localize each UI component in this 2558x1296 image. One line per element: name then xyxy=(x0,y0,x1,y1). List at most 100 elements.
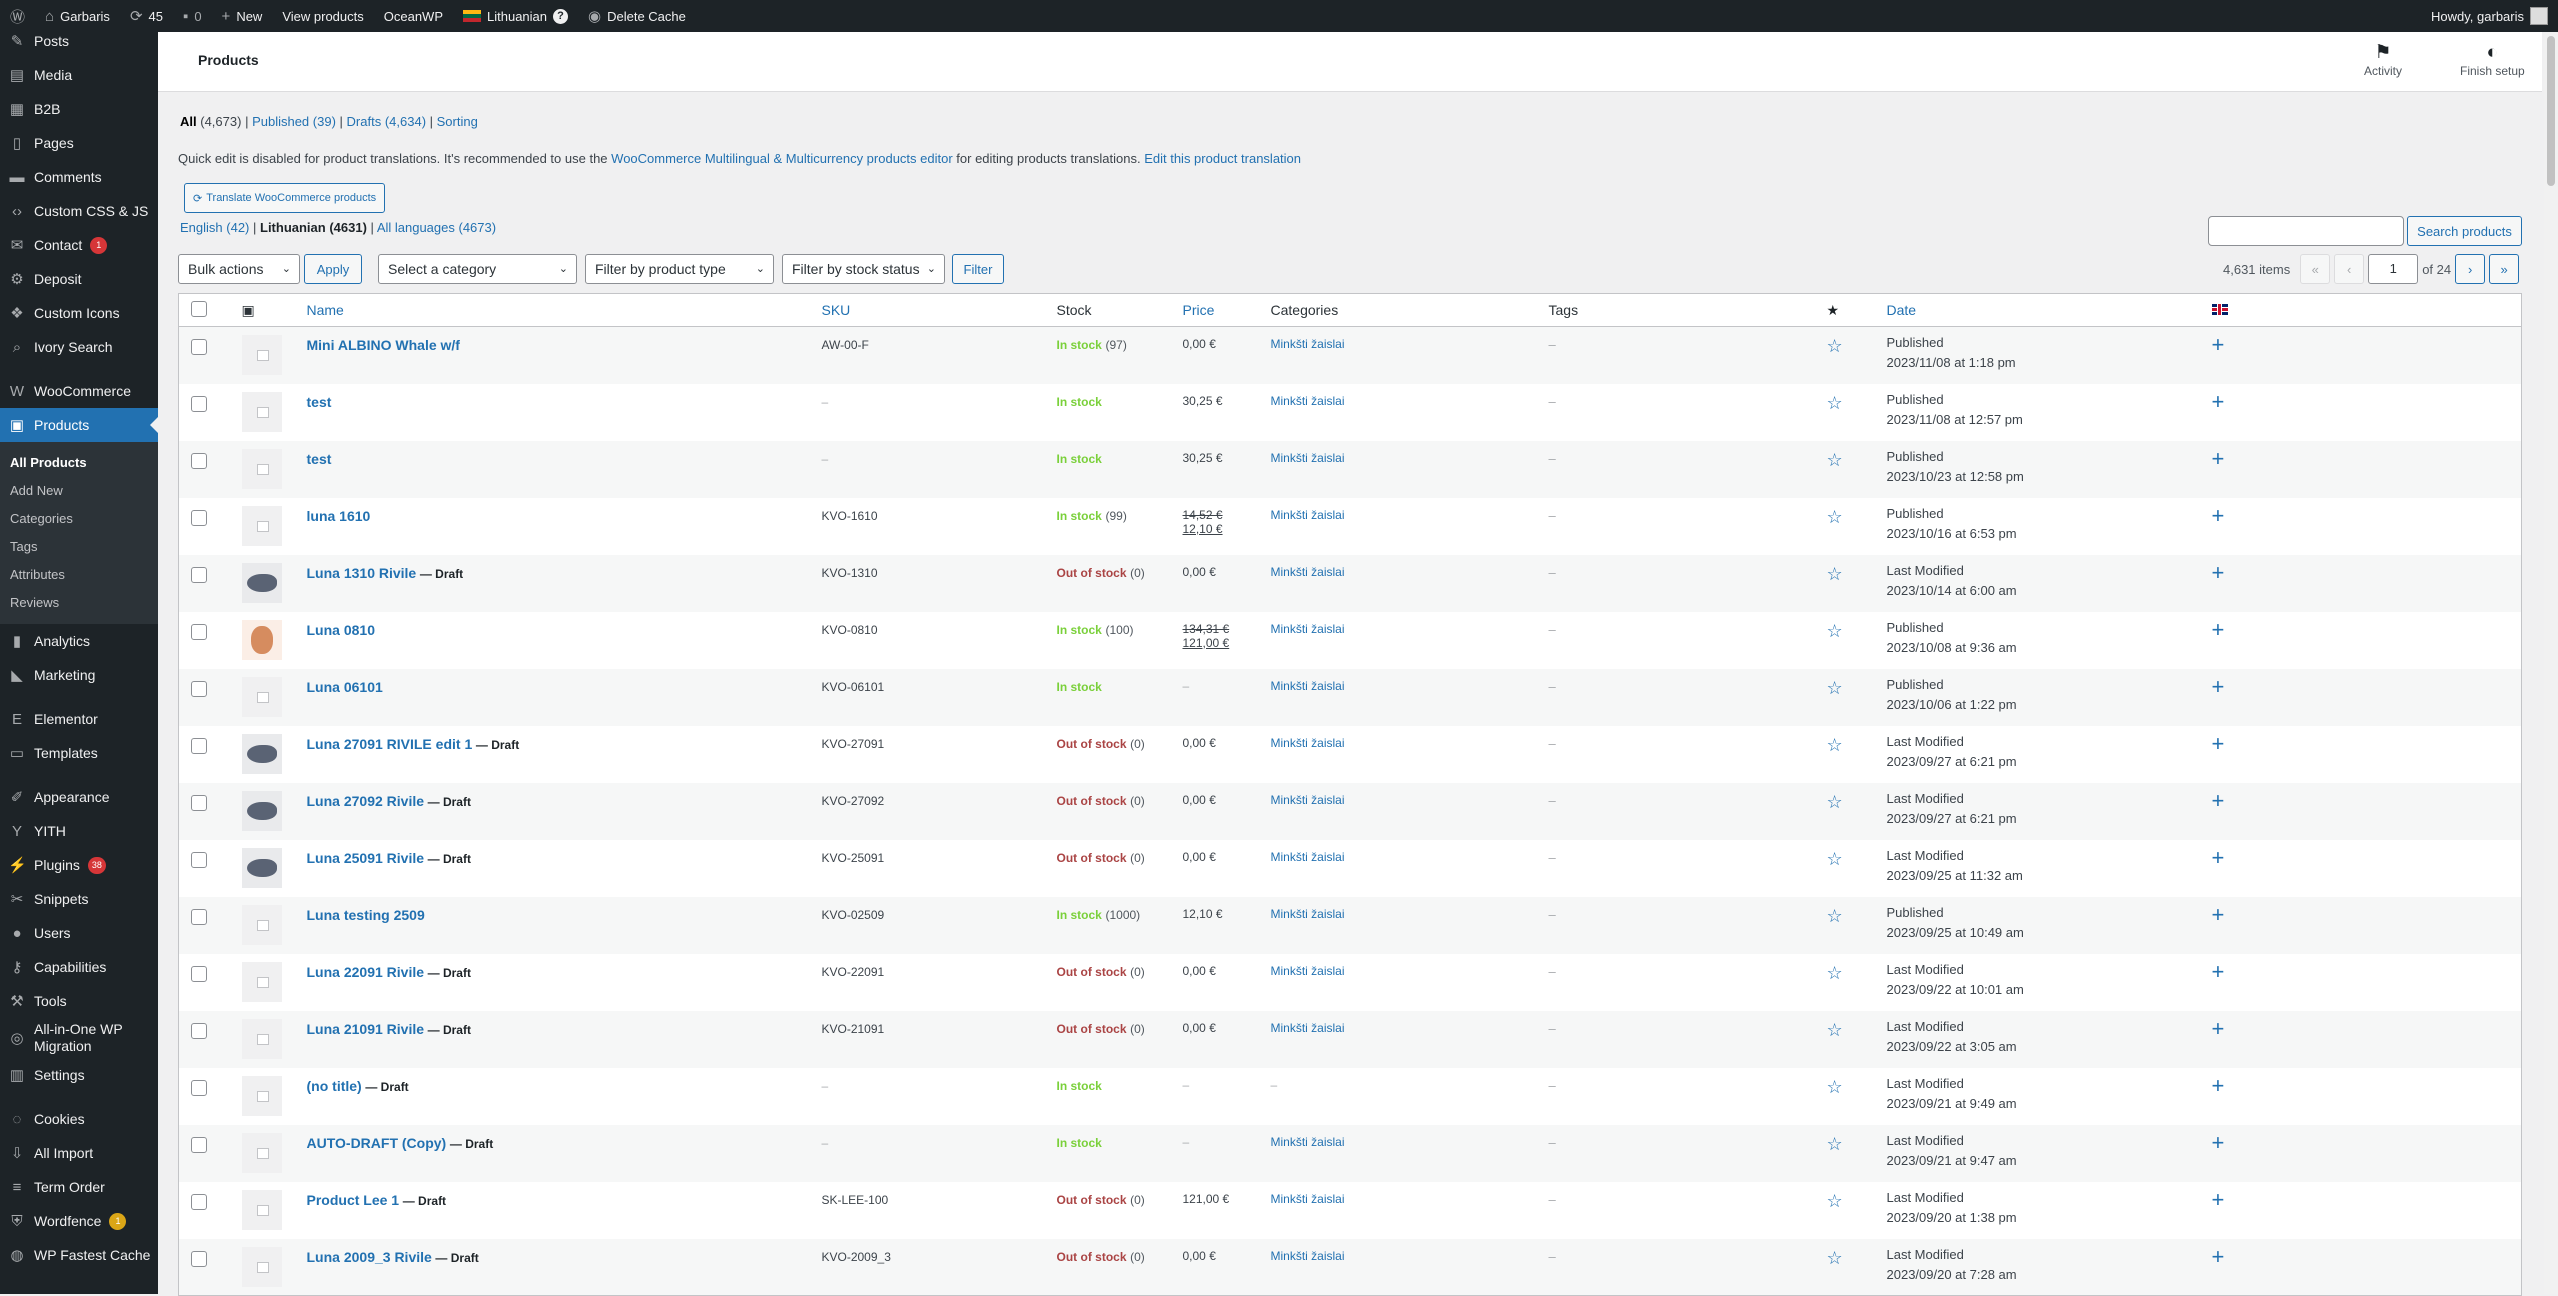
product-thumbnail[interactable] xyxy=(241,676,282,717)
sidebar-item-plugins[interactable]: ⚡ Plugins 38 xyxy=(0,848,158,882)
product-thumbnail[interactable] xyxy=(241,1075,282,1116)
language-switcher[interactable]: Lithuanian? xyxy=(453,0,578,32)
sidebar-item-woocommerce[interactable]: W WooCommerce xyxy=(0,374,158,408)
add-translation-plus-icon[interactable]: + xyxy=(2212,503,2225,528)
product-name-link[interactable]: test xyxy=(307,394,332,410)
column-date[interactable]: Date xyxy=(1887,302,1917,318)
featured-star-icon[interactable]: ☆ xyxy=(1827,621,1843,641)
row-checkbox[interactable] xyxy=(191,509,207,526)
featured-star-icon[interactable]: ☆ xyxy=(1827,1134,1843,1154)
sidebar-item-templates[interactable]: ▭ Templates xyxy=(0,736,158,770)
product-name-link[interactable]: Luna 21091 Rivile xyxy=(307,1021,425,1037)
row-checkbox[interactable] xyxy=(191,339,207,355)
wp-logo-menu[interactable]: Ⓦ xyxy=(0,0,35,32)
product-thumbnail[interactable] xyxy=(241,1132,282,1173)
product-thumbnail[interactable] xyxy=(241,1246,282,1287)
category-link[interactable]: Minkšti žaislai xyxy=(1271,1249,1345,1263)
add-translation-plus-icon[interactable]: + xyxy=(2212,845,2225,870)
finish-setup-button[interactable]: ◐ Finish setup xyxy=(2460,42,2525,78)
sidebar-item-b2b[interactable]: ▦ B2B xyxy=(0,92,158,126)
sidebar-item-custom-icons[interactable]: ❖ Custom Icons xyxy=(0,296,158,330)
featured-star-icon[interactable]: ☆ xyxy=(1827,678,1843,698)
add-translation-plus-icon[interactable]: + xyxy=(2212,731,2225,756)
row-checkbox[interactable] xyxy=(191,680,207,697)
category-link[interactable]: Minkšti žaislai xyxy=(1271,907,1345,921)
first-page-button[interactable]: « xyxy=(2300,254,2331,284)
comments-link[interactable]: ▪ 0 xyxy=(173,0,212,32)
sidebar-item-capabilities[interactable]: ⚷ Capabilities xyxy=(0,950,158,984)
select-all-checkbox[interactable] xyxy=(191,300,207,317)
featured-star-icon[interactable]: ☆ xyxy=(1827,849,1843,869)
sidebar-item-pages[interactable]: ▯ Pages xyxy=(0,126,158,160)
new-content-link[interactable]: + New xyxy=(212,0,273,32)
sidebar-item-deposit[interactable]: ⚙ Deposit xyxy=(0,262,158,296)
add-translation-plus-icon[interactable]: + xyxy=(2212,332,2225,357)
row-checkbox[interactable] xyxy=(191,623,207,640)
sidebar-item-elementor[interactable]: E Elementor xyxy=(0,702,158,736)
sidebar-item-comments[interactable]: ▬ Comments xyxy=(0,160,158,194)
category-link[interactable]: Minkšti žaislai xyxy=(1271,679,1345,693)
product-thumbnail[interactable] xyxy=(241,335,282,375)
featured-star-icon[interactable]: ☆ xyxy=(1827,507,1843,527)
product-thumbnail[interactable] xyxy=(241,733,282,774)
category-link[interactable]: Minkšti žaislai xyxy=(1271,1192,1345,1206)
sidebar-item-custom-css-js[interactable]: ‹› Custom CSS & JS xyxy=(0,194,158,228)
featured-star-icon[interactable]: ☆ xyxy=(1827,564,1843,584)
lang-english[interactable]: English (42) xyxy=(180,220,249,235)
sidebar-item-appearance[interactable]: ✐ Appearance xyxy=(0,780,158,814)
product-name-link[interactable]: (no title) xyxy=(307,1078,362,1094)
row-checkbox[interactable] xyxy=(191,1136,207,1153)
product-name-link[interactable]: Luna 0810 xyxy=(307,622,375,638)
add-translation-plus-icon[interactable]: + xyxy=(2212,902,2225,927)
sidebar-item-posts[interactable]: ✎ Posts xyxy=(0,32,158,58)
featured-star-icon[interactable]: ☆ xyxy=(1827,450,1843,470)
sidebar-item-all-import[interactable]: ⇩ All Import xyxy=(0,1136,158,1170)
bulk-actions-select[interactable]: Bulk actions ⌄ xyxy=(178,254,300,284)
category-link[interactable]: Minkšti žaislai xyxy=(1271,508,1345,522)
sidebar-item-wp-fastest-cache[interactable]: ◍ WP Fastest Cache xyxy=(0,1238,158,1272)
view-drafts[interactable]: Drafts (4,634) xyxy=(347,114,427,129)
stock-status-select[interactable]: Filter by stock status ⌄ xyxy=(782,254,945,284)
featured-star-icon[interactable]: ☆ xyxy=(1827,1020,1843,1040)
lang-all[interactable]: All languages (4673) xyxy=(377,220,496,235)
wcml-editor-link[interactable]: WooCommerce Multilingual & Multicurrency… xyxy=(611,151,953,166)
category-link[interactable]: Minkšti žaislai xyxy=(1271,1135,1345,1149)
sidebar-item-wordfence[interactable]: ⛨ Wordfence 1 xyxy=(0,1204,158,1238)
featured-star-icon[interactable]: ☆ xyxy=(1827,336,1843,356)
column-price[interactable]: Price xyxy=(1183,302,1215,318)
add-translation-plus-icon[interactable]: + xyxy=(2212,1016,2225,1041)
category-link[interactable]: Minkšti žaislai xyxy=(1271,736,1345,750)
featured-star-icon[interactable]: ☆ xyxy=(1827,792,1843,812)
column-name[interactable]: Name xyxy=(307,302,344,318)
lang-lithuanian[interactable]: Lithuanian (4631) xyxy=(260,220,367,235)
filter-button[interactable]: Filter xyxy=(952,254,1004,284)
site-name-link[interactable]: ⌂ Garbaris xyxy=(35,0,120,32)
add-translation-plus-icon[interactable]: + xyxy=(2212,446,2225,471)
row-checkbox[interactable] xyxy=(191,737,207,754)
sidebar-item-contact[interactable]: ✉ Contact 1 xyxy=(0,228,158,262)
submenu-item[interactable]: All Products xyxy=(0,449,158,477)
submenu-item[interactable]: Categories xyxy=(0,505,158,533)
row-checkbox[interactable] xyxy=(191,1193,207,1210)
submenu-item[interactable]: Tags xyxy=(0,533,158,561)
product-name-link[interactable]: luna 1610 xyxy=(307,508,371,524)
category-link[interactable]: Minkšti žaislai xyxy=(1271,964,1345,978)
theme-link[interactable]: OceanWP xyxy=(374,0,453,32)
row-checkbox[interactable] xyxy=(191,452,207,469)
row-checkbox[interactable] xyxy=(191,1250,207,1267)
category-link[interactable]: Minkšti žaislai xyxy=(1271,394,1345,408)
edit-translation-link[interactable]: Edit this product translation xyxy=(1144,151,1301,166)
category-link[interactable]: Minkšti žaislai xyxy=(1271,337,1345,351)
add-translation-plus-icon[interactable]: + xyxy=(2212,788,2225,813)
view-all[interactable]: All xyxy=(180,114,197,129)
add-translation-plus-icon[interactable]: + xyxy=(2212,389,2225,414)
featured-star-icon[interactable]: ☆ xyxy=(1827,1191,1843,1211)
category-link[interactable]: Minkšti žaislai xyxy=(1271,451,1345,465)
product-type-select[interactable]: Filter by product type ⌄ xyxy=(585,254,774,284)
product-name-link[interactable]: Luna 27092 Rivile xyxy=(307,793,425,809)
product-thumbnail[interactable] xyxy=(241,847,282,888)
apply-button[interactable]: Apply xyxy=(304,254,362,284)
help-icon[interactable]: ? xyxy=(553,8,568,24)
sidebar-item-snippets[interactable]: ✂ Snippets xyxy=(0,882,158,916)
product-thumbnail[interactable] xyxy=(241,790,282,831)
